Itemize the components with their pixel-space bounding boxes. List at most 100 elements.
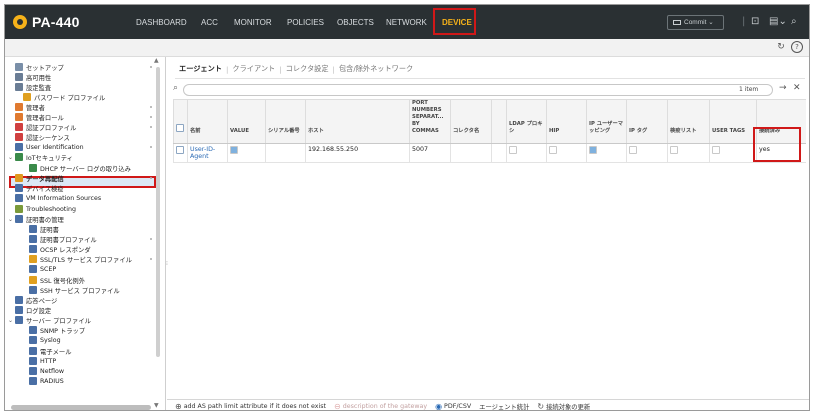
select-all-checkbox[interactable] xyxy=(176,124,184,132)
sidebar-item[interactable]: Syslog xyxy=(29,335,61,345)
scroll-down-icon[interactable]: ▼ xyxy=(154,402,159,409)
sidebar-item[interactable]: RADIUS xyxy=(29,376,64,386)
sidebar-item[interactable]: VM Information Sources xyxy=(15,193,101,203)
refresh-connected-button[interactable]: ↻ 接続対象の更新 xyxy=(537,402,590,411)
sidebar-item[interactable]: 管理者ロール xyxy=(15,112,152,122)
toolbar: ↻ ? xyxy=(5,39,809,57)
sidebar-item-label: データ再配信 xyxy=(26,175,64,183)
help-icon[interactable]: ? xyxy=(791,41,803,53)
col-collector[interactable]: コレクタ名 xyxy=(450,99,492,144)
divider-icon: | xyxy=(742,16,746,27)
sidebar-item[interactable]: HTTP xyxy=(29,356,56,366)
commit-icon xyxy=(673,20,681,25)
sidebar-item[interactable]: 応答ページ xyxy=(15,295,57,305)
delete-button[interactable]: ⊖ description of the gateway xyxy=(334,402,427,411)
chevron-down-icon[interactable]: ⌄ xyxy=(8,154,14,161)
expand-dot-icon xyxy=(150,66,152,68)
config-menu-icon[interactable]: ▤⌄ xyxy=(769,15,787,29)
sidebar: セットアップ 高可用性 設定監査 パスワード プロファイル 管理者 管理者ロール 認証プロフ… xyxy=(5,57,166,410)
sidebar-item[interactable]: ⌄ 証明書の管理 xyxy=(8,214,64,224)
sidebar-item[interactable]: Netflow xyxy=(29,366,64,376)
chevron-down-icon[interactable]: ⌄ xyxy=(8,216,14,223)
commit-button[interactable]: Commit ⌄ xyxy=(667,15,724,30)
sidebar-item[interactable]: 高可用性 xyxy=(15,72,51,82)
sidebar-item-label: 認証シーケンス xyxy=(26,134,70,142)
agent-stats-button[interactable]: エージェント統計 xyxy=(479,402,529,411)
nav-policies[interactable]: POLICIES xyxy=(287,16,324,30)
col-host[interactable]: ホスト xyxy=(305,99,410,144)
sidebar-item[interactable]: ⌄ IoTセキュリティ xyxy=(8,152,73,162)
col-ldap[interactable]: LDAP プロキシ xyxy=(506,99,547,144)
select-all-header[interactable] xyxy=(173,99,188,144)
nav-monitor[interactable]: MONITOR xyxy=(234,16,272,30)
pdf-csv-button[interactable]: ◉ PDF/CSV xyxy=(435,402,471,411)
ldap-checkbox xyxy=(509,146,517,154)
audit-icon xyxy=(15,83,23,91)
col-ipuser[interactable]: IP ユーザーマッピング xyxy=(586,99,627,144)
col-serial[interactable]: シリアル番号 xyxy=(265,99,306,144)
sidebar-item-label: SSL 復号化例外 xyxy=(40,277,85,285)
tab-agent[interactable]: エージェント xyxy=(175,64,226,74)
quarantine-icon xyxy=(15,184,23,192)
col-iptag[interactable]: IP タグ xyxy=(626,99,668,144)
sidebar-item[interactable]: 証明書 xyxy=(29,224,59,234)
sidebar-item[interactable]: 認証シーケンス xyxy=(15,132,70,142)
clear-filter-icon[interactable]: ✕ xyxy=(793,83,801,93)
sidebar-item[interactable]: Troubleshooting xyxy=(15,204,76,214)
col-value[interactable]: VALUE xyxy=(227,99,266,144)
sidebar-item[interactable]: ログ設定 xyxy=(15,305,51,315)
lock-icon[interactable]: ⊡ xyxy=(751,15,759,29)
sidebar-item[interactable]: User Identification xyxy=(15,142,152,152)
col-usertags[interactable]: USER TAGS xyxy=(709,99,757,144)
sidebar-item-label: Troubleshooting xyxy=(26,205,77,213)
scroll-up-icon[interactable]: ▲ xyxy=(154,57,159,64)
tab-client[interactable]: クライアント xyxy=(228,64,279,74)
chevron-down-icon[interactable]: ⌄ xyxy=(8,317,14,324)
cell-hip xyxy=(546,143,587,163)
sidebar-item[interactable]: 設定監査 xyxy=(15,82,51,92)
filter-input[interactable] xyxy=(183,84,773,96)
nav-dashboard[interactable]: DASHBOARD xyxy=(136,16,187,30)
expand-dot-icon xyxy=(150,116,152,118)
sidebar-item[interactable]: SSH サービス プロファイル xyxy=(29,285,120,295)
tab-collector[interactable]: コレクタ設定 xyxy=(282,64,333,74)
add-button[interactable]: ⊕ add AS path limit attribute if it does… xyxy=(175,402,326,411)
sidebar-item[interactable]: 認証プロファイル xyxy=(15,122,152,132)
tab-networks[interactable]: 包含/除外ネットワーク xyxy=(335,64,417,74)
refresh-icon[interactable]: ↻ xyxy=(775,41,787,53)
row-checkbox[interactable] xyxy=(176,146,184,154)
top-nav-bar: PA-440 DASHBOARD ACC MONITOR POLICIES OB… xyxy=(5,5,809,39)
sidebar-scrollbar[interactable] xyxy=(156,67,160,357)
search-icon[interactable]: ⌕ xyxy=(791,15,797,29)
sidebar-item[interactable]: 電子メール xyxy=(29,346,71,356)
table-row[interactable]: User-ID-Agent 192.168.55.250 5007 yes xyxy=(173,143,806,163)
sidebar-item[interactable]: 証明書プロファイル xyxy=(29,234,152,244)
sidebar-item[interactable]: DHCP サーバー ログの取り込み xyxy=(29,163,131,173)
col-port[interactable]: PORT NUMBERS SEPARAT... BY COMMAS xyxy=(409,99,451,144)
sidebar-item[interactable]: OCSP レスポンダ xyxy=(29,244,91,254)
row-select-cell[interactable] xyxy=(173,143,188,163)
col-name[interactable]: 名前 xyxy=(187,99,228,144)
nav-acc[interactable]: ACC xyxy=(201,16,218,30)
sidebar-item[interactable]: データ再配信 xyxy=(15,173,152,183)
sidebar-item[interactable]: 管理者 xyxy=(15,102,152,112)
nav-objects[interactable]: OBJECTS xyxy=(337,16,374,30)
agent-name-link[interactable]: User-ID-Agent xyxy=(190,146,215,160)
nav-network[interactable]: NETWORK xyxy=(386,16,427,30)
sidebar-item[interactable]: セットアップ xyxy=(15,62,152,72)
col-hip[interactable]: HIP xyxy=(546,99,587,144)
sidebar-item[interactable]: デバイス検疫 xyxy=(15,183,64,193)
apply-filter-icon[interactable]: → xyxy=(779,83,787,93)
device-model: PA-440 xyxy=(32,14,80,30)
cell-name[interactable]: User-ID-Agent xyxy=(187,143,228,163)
sidebar-item[interactable]: パスワード プロファイル xyxy=(23,92,105,102)
sidebar-horizontal-scrollbar[interactable] xyxy=(11,405,151,410)
sidebar-item[interactable]: SSL/TLS サービス プロファイル xyxy=(29,254,152,264)
sidebar-item[interactable]: ⌄ サーバー プロファイル xyxy=(8,315,91,325)
sidebar-item-label: SNMP トラップ xyxy=(40,327,86,335)
expand-dot-icon xyxy=(150,238,152,240)
sidebar-item[interactable]: SNMP トラップ xyxy=(29,325,85,335)
sidebar-item[interactable]: SCEP xyxy=(29,264,56,274)
sidebar-item[interactable]: SSL 復号化例外 xyxy=(29,275,85,285)
col-quarantine[interactable]: 検疫リスト xyxy=(667,99,710,144)
